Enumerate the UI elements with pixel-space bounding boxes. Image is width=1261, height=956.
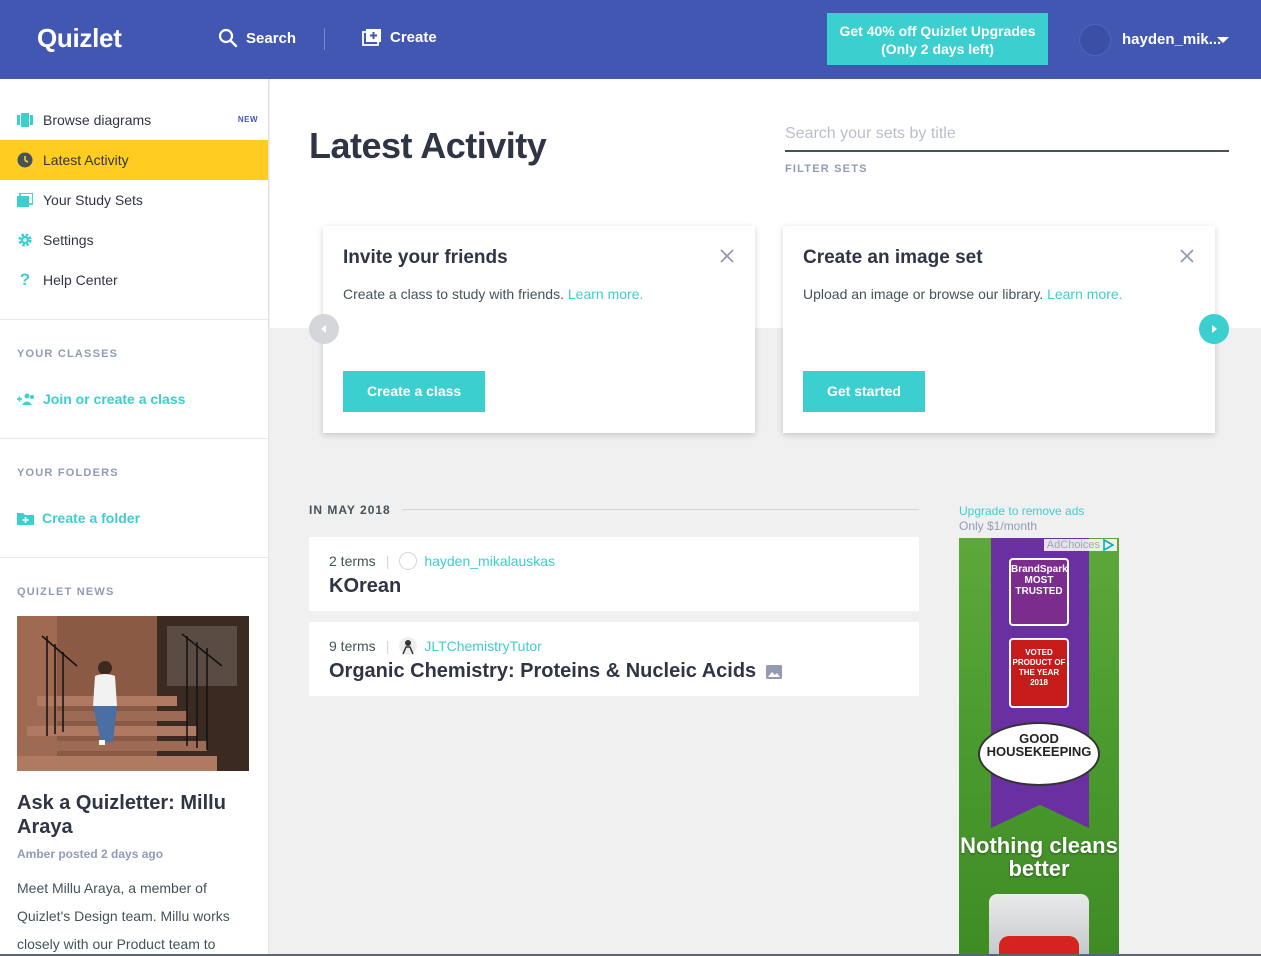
upgrade-line-2: (Only 2 days left) [881,41,994,57]
term-count: 9 terms [329,638,376,654]
ad-tagline: Nothing cleans better [960,833,1118,881]
adchoices-label: AdChoices [1046,539,1100,551]
carousel-prev-button[interactable] [309,314,339,344]
meta-separator: | [385,553,390,569]
create-nav-button[interactable]: Create [362,28,437,46]
ad-seal-product-year: VOTED PRODUCT OF THE YEAR 2018 [1009,638,1069,708]
card-text: Create a class to study with friends. Le… [343,286,643,302]
chevron-left-icon [321,325,326,333]
set-title-text: Organic Chemistry: Proteins & Nucleic Ac… [329,660,757,682]
author-avatar [399,552,418,570]
close-icon[interactable] [719,248,735,264]
ad-product-image [989,894,1089,956]
diagram-icon [17,112,33,128]
create-class-button[interactable]: Create a class [343,371,486,412]
upgrade-remove-ads-link[interactable]: Upgrade to remove ads [959,504,1084,518]
meta-separator: | [385,638,390,654]
question-icon: ? [19,270,31,289]
card-title: Create an image set [803,247,983,268]
create-icon [362,29,381,46]
sidebar-item-latest-activity[interactable]: Latest Activity [0,140,268,180]
set-title: KOrean [329,575,401,598]
sidebar-divider [0,319,268,320]
create-nav-label: Create [390,28,437,46]
section-divider [402,509,919,510]
sidebar-item-label: Browse diagrams [43,112,152,128]
author-avatar [399,637,418,655]
news-photo[interactable] [17,616,249,771]
search-sets-input[interactable] [785,117,1229,152]
image-icon [766,664,783,679]
news-body: Meet Millu Araya, a member of Quizlet's … [17,880,230,952]
ad-price-label: Only $1/month [959,519,1038,533]
sidebar: Browse diagrams NEW Latest Activity Your… [0,79,269,956]
carousel-next-button[interactable] [1199,314,1229,344]
sidebar-item-browse-diagrams[interactable]: Browse diagrams NEW [0,100,268,140]
top-navbar: Quizlet Search Create Get 40% off Quizle… [0,0,1261,79]
adchoices-badge[interactable]: AdChoices [1043,539,1117,551]
sidebar-item-study-sets[interactable]: Your Study Sets [0,180,268,220]
study-set-row[interactable]: 2 terms | hayden_mikalauskas KOrean [309,537,919,611]
upgrade-promo-button[interactable]: Get 40% off Quizlet Upgrades (Only 2 day… [827,13,1048,65]
news-title[interactable]: Ask a Quizletter: Millu Araya [17,791,257,839]
card-description: Create a class to study with friends. [343,286,564,302]
folder-add-icon [17,511,34,525]
chevron-right-icon [1212,325,1217,333]
quizlet-news-heading: QUIZLET NEWS [17,586,115,598]
news-meta: Amber posted 2 days ago [17,847,164,861]
add-people-icon [17,393,35,405]
sidebar-divider [0,438,268,439]
term-count: 2 terms [329,553,376,569]
your-classes-heading: YOUR CLASSES [17,348,119,360]
new-badge: NEW [237,115,258,124]
page-title: Latest Activity [309,125,547,166]
set-meta: 9 terms | JLTChemistryTutor [329,637,542,655]
author-link[interactable]: JLTChemistryTutor [424,638,541,654]
set-title: Organic Chemistry: Proteins & Nucleic Ac… [329,660,783,683]
search-nav-label: Search [246,29,297,47]
set-meta: 2 terms | hayden_mikalauskas [329,552,555,570]
search-icon [218,28,238,48]
your-folders-heading: YOUR FOLDERS [17,467,119,479]
sidebar-item-label: Latest Activity [43,152,129,168]
sidebar-divider [0,557,268,558]
create-folder-label: Create a folder [42,510,141,526]
learn-more-link[interactable]: Learn more. [568,286,643,302]
sidebar-item-label: Settings [43,232,94,248]
gear-icon [17,232,33,248]
card-text: Upload an image or browse our library. L… [803,286,1123,302]
ad-seal-most-trusted: BrandSpark MOST TRUSTED [1009,558,1069,626]
join-class-link[interactable]: Join or create a class [17,391,185,407]
get-started-button[interactable]: Get started [803,371,925,412]
card-description: Upload an image or browse our library. [803,286,1044,302]
study-set-row[interactable]: 9 terms | JLTChemistryTutor Organic Chem… [309,622,919,696]
create-folder-link[interactable]: Create a folder [17,510,140,526]
upgrade-line-1: Get 40% off Quizlet Upgrades [839,23,1036,39]
nav-divider [324,28,325,50]
author-link[interactable]: hayden_mikalauskas [424,553,555,569]
join-class-label: Join or create a class [43,391,186,407]
clock-icon [17,152,33,168]
filter-sets-label: FILTER SETS [785,163,868,175]
learn-more-link[interactable]: Learn more. [1047,286,1122,302]
close-icon[interactable] [1179,248,1195,264]
sidebar-item-settings[interactable]: Settings [0,220,268,260]
month-section-label: IN MAY 2018 [309,503,391,517]
set-title-text: KOrean [329,575,402,597]
username-label[interactable]: hayden_mik... [1122,31,1221,48]
user-avatar[interactable] [1079,24,1111,56]
sidebar-item-help-center[interactable]: ? Help Center [0,260,268,300]
chevron-down-icon[interactable] [1217,37,1229,43]
quizlet-logo[interactable]: Quizlet [37,23,122,54]
card-title: Invite your friends [343,247,508,268]
sidebar-item-label: Your Study Sets [43,192,143,208]
image-set-card: Create an image set Upload an image or b… [783,226,1215,433]
search-nav-button[interactable]: Search [218,28,296,48]
invite-friends-card: Invite your friends Create a class to st… [323,226,755,433]
sidebar-item-label: Help Center [43,272,118,288]
adchoices-icon [1103,539,1114,551]
advertisement[interactable]: BrandSpark MOST TRUSTED VOTED PRODUCT OF… [959,538,1119,956]
sets-icon [17,192,33,208]
ad-seal-good-housekeeping: GOOD HOUSEKEEPING [978,722,1100,786]
